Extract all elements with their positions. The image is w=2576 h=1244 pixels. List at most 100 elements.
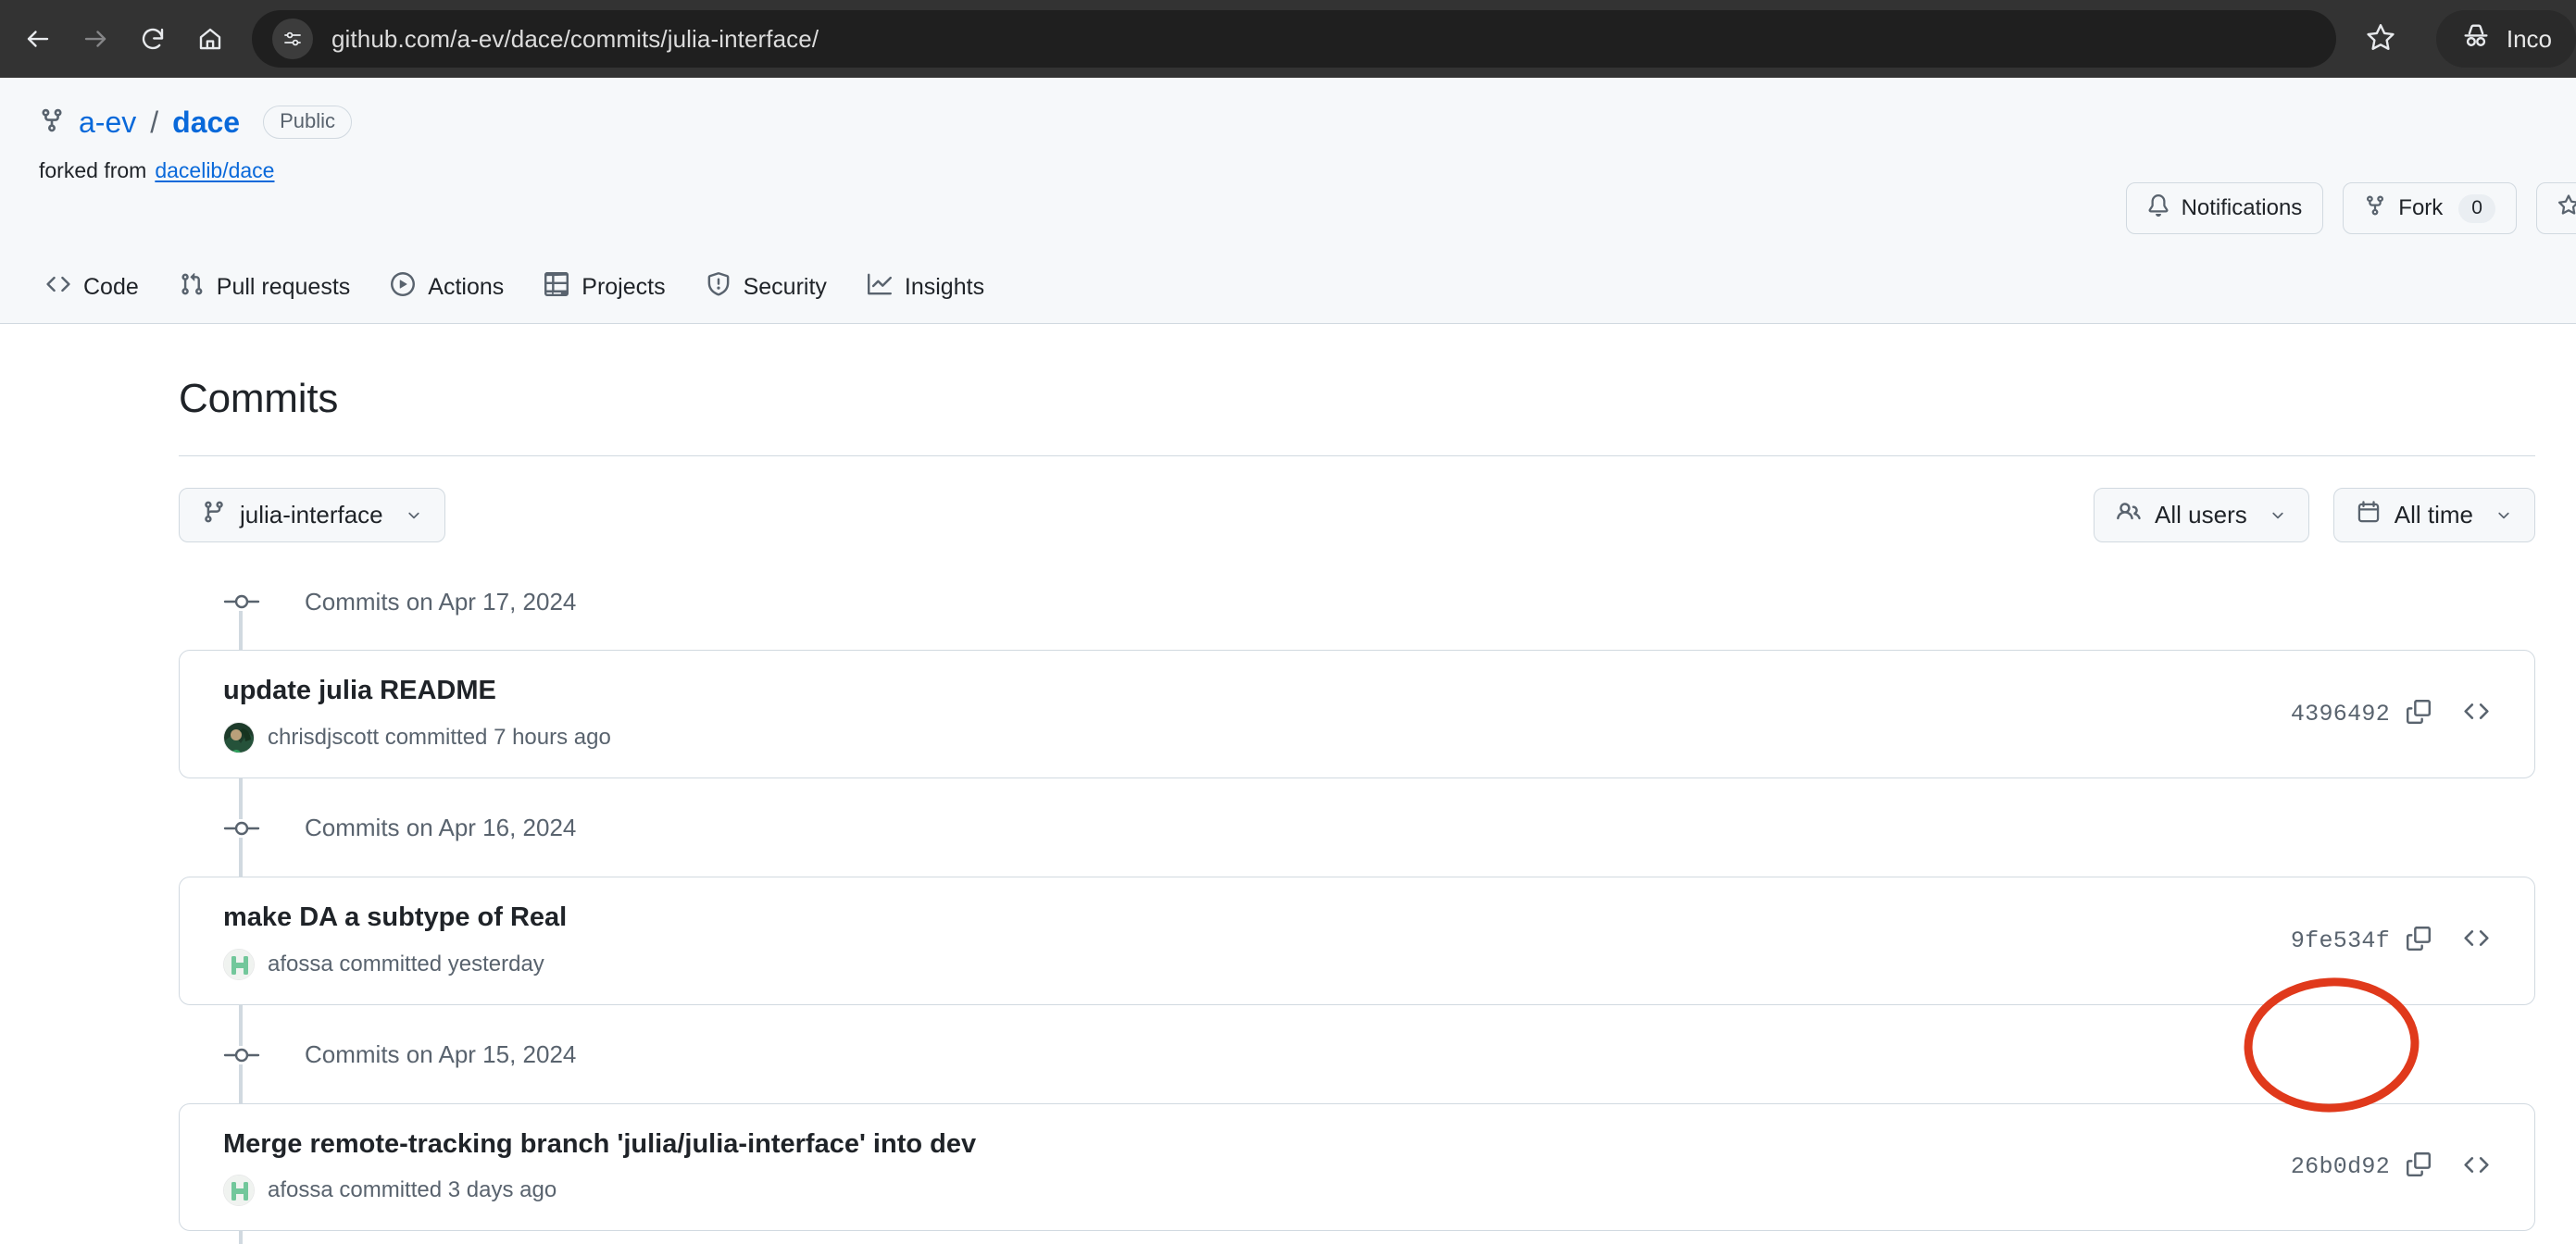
- visibility-badge: Public: [263, 106, 352, 139]
- tab-pull-requests[interactable]: Pull requests: [159, 272, 371, 323]
- forward-arrow-icon: [81, 25, 109, 53]
- incognito-label: Inco: [2506, 24, 2552, 53]
- commit-group-label: Commits on Apr 15, 2024: [305, 1040, 577, 1069]
- commit-info: update julia README chrisdjscott committ…: [223, 675, 611, 753]
- forked-from: forked from dacelib/dace: [0, 158, 2576, 183]
- commits-timeline: Commits on Apr 17, 2024 update julia REA…: [0, 576, 2576, 1244]
- copy-sha-button[interactable]: [2390, 1141, 2447, 1193]
- browser-actions: Inco: [2342, 10, 2576, 68]
- commit-sha[interactable]: 4396492: [2291, 701, 2390, 728]
- tab-code[interactable]: Code: [39, 272, 159, 323]
- copy-sha-button[interactable]: [2390, 688, 2447, 740]
- browse-repository-button[interactable]: [2447, 688, 2505, 740]
- git-pull-request-icon: [180, 272, 204, 303]
- chevron-down-icon: [2270, 501, 2286, 529]
- tab-code-label: Code: [83, 274, 139, 300]
- time-filter-label: All time: [2394, 501, 2473, 529]
- tab-security[interactable]: Security: [686, 272, 847, 323]
- forward-button[interactable]: [67, 10, 124, 68]
- page-title: Commits: [179, 376, 339, 421]
- repo-owner-link[interactable]: a-ev: [79, 107, 136, 137]
- time-filter-button[interactable]: All time: [2332, 488, 2535, 542]
- chevron-down-icon: [2495, 501, 2512, 529]
- copy-sha-button[interactable]: [2390, 914, 2447, 966]
- commit-message-link[interactable]: make DA a subtype of Real: [223, 902, 567, 934]
- forked-parent-link[interactable]: dacelib/dace: [155, 158, 274, 183]
- commit-sha[interactable]: 9fe534f: [2291, 927, 2390, 954]
- tab-actions[interactable]: Actions: [370, 272, 524, 323]
- commits-toolbar: julia-interface All users All time: [179, 488, 2535, 542]
- repository-header: a-ev / dace Public forked from dacelib/d…: [0, 78, 2576, 324]
- commit-actions: 26b0d92: [2291, 1141, 2505, 1193]
- tab-insights[interactable]: Insights: [847, 272, 1005, 323]
- commit-group-header: Commits on Apr 15, 2024: [179, 1029, 2576, 1081]
- repo-name-link[interactable]: dace: [172, 107, 240, 137]
- repo-forked-icon: [39, 107, 65, 138]
- copy-icon: [2407, 926, 2431, 955]
- commit-sha[interactable]: 26b0d92: [2291, 1153, 2390, 1180]
- browse-repository-button[interactable]: [2447, 1141, 2505, 1193]
- commit-row[interactable]: Merge remote-tracking branch 'julia/juli…: [179, 1102, 2535, 1232]
- reload-icon: [139, 25, 167, 53]
- commit-info: make DA a subtype of Real afossa committ…: [223, 902, 567, 980]
- commit-meta-text: afossa committed yesterday: [268, 951, 544, 977]
- bookmark-button[interactable]: [2342, 10, 2420, 68]
- home-icon: [196, 25, 224, 53]
- repository-actions: Notifications Fork 0 Star: [2125, 182, 2576, 234]
- repo-forked-icon: [2364, 194, 2386, 223]
- chevron-down-icon: [406, 501, 422, 529]
- table-icon: [544, 272, 569, 303]
- forked-from-label: forked from: [39, 158, 147, 182]
- commit-group-header: Commits on Apr 16, 2024: [179, 802, 2576, 854]
- branch-selector[interactable]: julia-interface: [179, 488, 445, 542]
- code-icon: [46, 272, 70, 303]
- commit-row[interactable]: update julia README chrisdjscott committ…: [179, 650, 2535, 778]
- commit-message-link[interactable]: Merge remote-tracking branch 'julia/juli…: [223, 1128, 976, 1161]
- shield-icon: [707, 272, 731, 303]
- home-button[interactable]: [181, 10, 239, 68]
- commit-row[interactable]: make DA a subtype of Real afossa committ…: [179, 876, 2535, 1005]
- copy-icon: [2407, 1152, 2431, 1181]
- user-filter-label: All users: [2155, 501, 2247, 529]
- star-button[interactable]: Star: [2535, 182, 2576, 234]
- graph-icon: [867, 272, 892, 303]
- main-content: Commits julia-interface All users All ti…: [0, 324, 2576, 1244]
- repository-nav: Code Pull requests Actions Projects Secu…: [0, 272, 1005, 323]
- user-filter-button[interactable]: All users: [2094, 488, 2309, 542]
- avatar[interactable]: [223, 1175, 255, 1207]
- notifications-label: Notifications: [2181, 195, 2303, 220]
- back-button[interactable]: [9, 10, 67, 68]
- site-settings-icon[interactable]: [272, 19, 313, 59]
- people-icon: [2117, 500, 2141, 530]
- commit-message-link[interactable]: update julia README: [223, 675, 611, 707]
- play-circle-icon: [391, 272, 416, 303]
- commit-info: Merge remote-tracking branch 'julia/juli…: [223, 1128, 976, 1207]
- star-outline-icon: [2365, 21, 2396, 57]
- branch-selector-label: julia-interface: [240, 501, 383, 529]
- commit-dot-icon: [179, 592, 305, 611]
- code-icon: [2463, 1152, 2489, 1182]
- reload-button[interactable]: [124, 10, 181, 68]
- browse-repository-button[interactable]: [2447, 914, 2505, 966]
- avatar[interactable]: [223, 948, 255, 980]
- browser-toolbar: github.com/a-ev/dace/commits/julia-inter…: [0, 0, 2576, 78]
- repo-separator: /: [150, 106, 159, 139]
- notifications-button[interactable]: Notifications: [2125, 182, 2324, 234]
- avatar[interactable]: [223, 721, 255, 753]
- tab-security-label: Security: [743, 274, 827, 300]
- commit-dot-icon: [179, 1045, 305, 1064]
- bell-icon: [2147, 193, 2170, 223]
- commit-author-meta: chrisdjscott committed 7 hours ago: [223, 721, 611, 753]
- address-bar[interactable]: github.com/a-ev/dace/commits/julia-inter…: [252, 10, 2336, 68]
- tab-projects[interactable]: Projects: [524, 272, 685, 323]
- copy-icon: [2407, 699, 2431, 728]
- fork-button[interactable]: Fork 0: [2343, 182, 2517, 234]
- incognito-indicator[interactable]: Inco: [2435, 10, 2576, 68]
- fork-count: 0: [2458, 193, 2495, 223]
- tab-pull-requests-label: Pull requests: [216, 274, 351, 300]
- star-outline-icon: [2557, 193, 2576, 223]
- commit-actions: 4396492: [2291, 688, 2505, 740]
- commit-dot-icon: [179, 818, 305, 838]
- calendar-icon: [2357, 500, 2381, 530]
- url-text[interactable]: github.com/a-ev/dace/commits/julia-inter…: [331, 25, 819, 54]
